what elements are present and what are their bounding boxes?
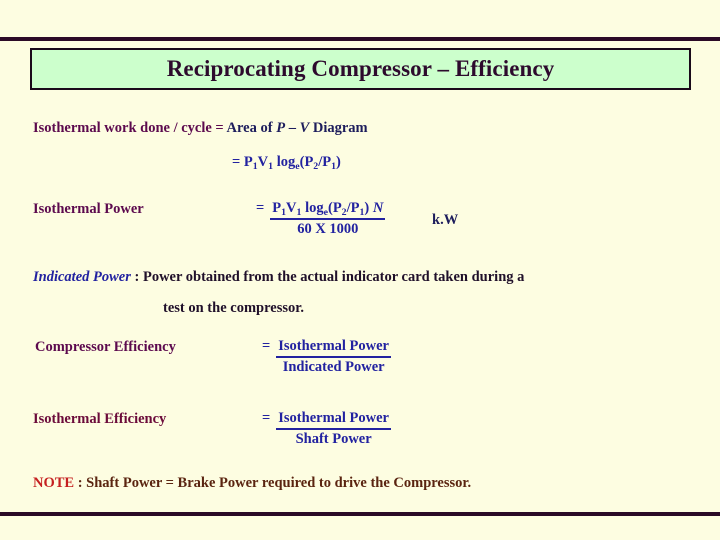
isothermal-work-line: Isothermal work done / cycle = Area of P… — [33, 120, 368, 137]
note-text: : Shaft Power = Brake Power required to … — [74, 475, 472, 491]
indicated-power-line: Indicated Power : Power obtained from th… — [33, 269, 525, 286]
fraction-numerator: Isothermal Power — [276, 338, 391, 358]
isothermal-work-equation: = P1V1 loge(P2/P1) — [232, 154, 341, 172]
equals-sign: = — [262, 410, 271, 426]
compressor-efficiency-fraction: Isothermal Power Indicated Power — [276, 338, 391, 376]
slide-canvas: Reciprocating Compressor – Efficiency Is… — [0, 0, 720, 540]
isothermal-work-label: Isothermal work done / cycle = — [33, 120, 227, 136]
compressor-efficiency-fraction-row: = Isothermal Power Indicated Power — [262, 338, 391, 376]
isothermal-power-unit: k.W — [432, 212, 459, 228]
fraction-denominator: 60 X 1000 — [297, 220, 359, 237]
equals-sign: = — [256, 200, 265, 216]
isothermal-efficiency-fraction: Isothermal Power Shaft Power — [276, 410, 391, 448]
indicated-power-definition: Power obtained from the actual indicator… — [142, 269, 525, 285]
isothermal-power-equation: = P1V1 loge(P2/P1) N 60 X 1000 — [256, 200, 386, 238]
page-title: Reciprocating Compressor – Efficiency — [166, 56, 555, 81]
note-line: NOTE : Shaft Power = Brake Power require… — [33, 475, 472, 492]
isothermal-work-value: Area of P – V Diagram — [226, 120, 368, 136]
equals-sign: = — [232, 154, 244, 170]
equals-sign: = — [262, 338, 271, 354]
fraction-numerator: P1V1 loge(P2/P1) N — [270, 200, 386, 220]
top-divider-rule — [0, 37, 720, 41]
isothermal-power-label: Isothermal Power — [33, 201, 144, 217]
indicated-power-definition-line2: test on the compressor. — [163, 300, 304, 316]
bottom-divider-rule — [0, 512, 720, 516]
isothermal-efficiency-fraction-row: = Isothermal Power Shaft Power — [262, 410, 391, 448]
fraction-denominator: Shaft Power — [295, 430, 372, 447]
compressor-efficiency-equation: = Isothermal Power Indicated Power — [262, 338, 391, 376]
note-keyword: NOTE — [33, 475, 75, 491]
isothermal-power-fraction: P1V1 loge(P2/P1) N 60 X 1000 — [270, 200, 386, 238]
fraction-numerator: Isothermal Power — [276, 410, 391, 430]
indicated-power-separator: : — [130, 269, 143, 285]
isothermal-work-expression: P1V1 loge(P2/P1) — [243, 154, 341, 172]
isothermal-power-fraction-row: = P1V1 loge(P2/P1) N 60 X 1000 — [256, 200, 386, 238]
title-banner: Reciprocating Compressor – Efficiency — [30, 48, 691, 90]
isothermal-efficiency-label: Isothermal Efficiency — [33, 411, 167, 427]
compressor-efficiency-label: Compressor Efficiency — [35, 339, 176, 355]
fraction-denominator: Indicated Power — [282, 358, 385, 375]
isothermal-efficiency-equation: = Isothermal Power Shaft Power — [262, 410, 391, 448]
indicated-power-term: Indicated Power — [33, 269, 131, 285]
